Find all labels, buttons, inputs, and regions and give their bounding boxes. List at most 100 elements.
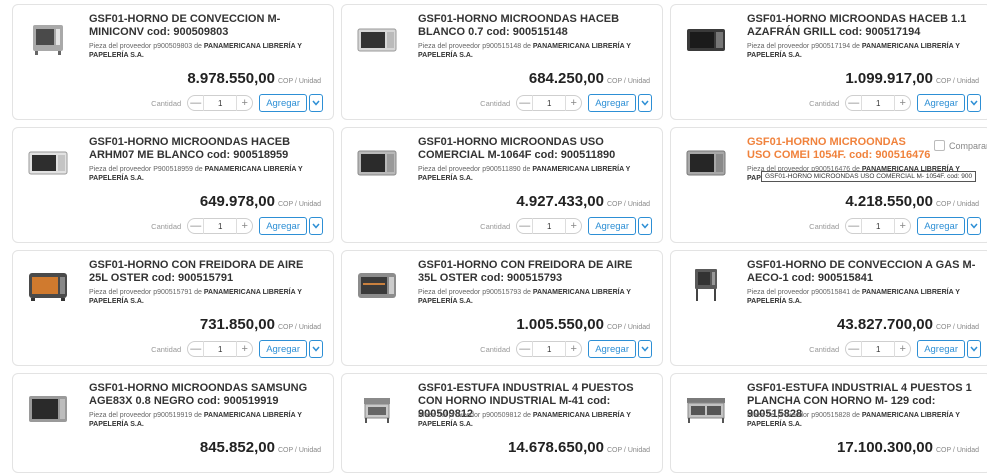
quantity-row: Cantidad — 1 + Agregar [480,93,652,113]
minus-icon[interactable]: — [846,95,863,111]
price: 4.927.433,00 [516,193,604,210]
minus-icon[interactable]: — [846,218,863,234]
quantity-stepper[interactable]: — 1 + [187,218,254,234]
product-title[interactable]: GSF01-HORNO MICROONDAS HACEB ARHM07 ME B… [89,136,323,162]
chevron-down-icon[interactable] [638,340,652,358]
quantity-stepper[interactable]: — 1 + [187,341,254,357]
chevron-down-icon[interactable] [309,340,323,358]
add-button[interactable]: Agregar [259,340,307,358]
industrial-stove-icon [364,398,390,423]
add-button[interactable]: Agregar [917,340,965,358]
quantity-label: Cantidad [480,221,511,231]
price-row: 43.827.700,00 COP / Unidad [837,316,979,333]
price-row: 1.099.917,00 COP / Unidad [845,70,979,87]
quantity-stepper[interactable]: — 1 + [516,95,583,111]
chevron-down-icon[interactable] [967,340,981,358]
plus-icon[interactable]: + [236,341,252,357]
minus-icon[interactable]: — [517,95,534,111]
chevron-down-icon[interactable] [309,217,323,235]
product-title[interactable]: GSF01-HORNO MICROONDAS HACEB 1.1 AZAFRÁN… [747,13,981,39]
supplier-info: Pieza del proveedor p900509803 de PANAME… [89,43,302,59]
product-card[interactable]: GSF01-HORNO DE CONVECCION M-MINICONV cod… [12,4,334,120]
add-button[interactable]: Agregar [917,217,965,235]
quantity-value[interactable]: 1 [547,222,551,231]
minus-icon[interactable]: — [846,341,863,357]
product-card[interactable]: GSF01-HORNO CON FREIDORA DE AIRE 35L OST… [341,250,663,366]
product-title[interactable]: GSF01-HORNO MICROONDAS HACEB BLANCO 0.7 … [418,13,652,39]
product-title[interactable]: GSF01-HORNO MICROONDAS USO COMEI 1054F. … [747,136,931,162]
quantity-stepper[interactable]: — 1 + [516,341,583,357]
quantity-stepper[interactable]: — 1 + [845,95,912,111]
air-fryer-oven-icon [358,273,396,298]
product-title[interactable]: GSF01-HORNO DE CONVECCION A GAS M- AECO-… [747,259,981,285]
add-button[interactable]: Agregar [588,217,636,235]
checkbox-icon[interactable] [933,140,945,151]
product-card[interactable]: GSF01-ESTUFA INDUSTRIAL 4 PUESTOS 1 PLAN… [670,373,987,473]
chevron-down-icon[interactable] [967,217,981,235]
add-button[interactable]: Agregar [588,94,636,112]
plus-icon[interactable]: + [236,218,252,234]
gas-convection-oven-icon [695,269,717,301]
plus-icon[interactable]: + [236,95,252,111]
minus-icon[interactable]: — [188,218,205,234]
add-button[interactable]: Agregar [917,94,965,112]
minus-icon[interactable]: — [517,218,534,234]
product-card[interactable]: GSF01-ESTUFA INDUSTRIAL 4 PUESTOS CON HO… [341,373,663,473]
price-row: 17.100.300,00 COP / Unidad [837,439,979,456]
quantity-label: Cantidad [151,98,182,108]
quantity-row: Cantidad — 1 + Agregar [809,93,981,113]
industrial-stove-icon [687,398,725,423]
product-title[interactable]: GSF01-HORNO CON FREIDORA DE AIRE 35L OST… [418,259,652,285]
product-card[interactable]: GSF01-HORNO MICROONDAS USO COMEI 1054F. … [670,127,987,243]
quantity-value[interactable]: 1 [547,345,551,354]
product-card[interactable]: GSF01-HORNO MICROONDAS HACEB BLANCO 0.7 … [341,4,663,120]
compare-checkbox[interactable]: Comparar [933,140,987,151]
quantity-stepper[interactable]: — 1 + [187,95,254,111]
price: 43.827.700,00 [837,316,933,333]
add-button[interactable]: Agregar [259,94,307,112]
product-card[interactable]: GSF01-HORNO MICROONDAS USO COMERCIAL M-1… [341,127,663,243]
quantity-value[interactable]: 1 [218,99,222,108]
product-card[interactable]: GSF01-HORNO DE CONVECCION A GAS M- AECO-… [670,250,987,366]
product-title[interactable]: GSF01-HORNO MICROONDAS SAMSUNG AGE83X 0.… [89,382,323,408]
product-title[interactable]: GSF01-HORNO MICROONDAS USO COMERCIAL M-1… [418,136,652,162]
quantity-stepper[interactable]: — 1 + [845,341,912,357]
quantity-label: Cantidad [480,344,511,354]
commercial-microwave-icon [686,150,726,176]
plus-icon[interactable]: + [565,95,581,111]
product-card[interactable]: GSF01-HORNO MICROONDAS SAMSUNG AGE83X 0.… [12,373,334,473]
quantity-label: Cantidad [480,98,511,108]
quantity-value[interactable]: 1 [218,345,222,354]
plus-icon[interactable]: + [894,341,910,357]
minus-icon[interactable]: — [188,341,205,357]
chevron-down-icon[interactable] [638,217,652,235]
quantity-stepper[interactable]: — 1 + [516,218,583,234]
quantity-row: Cantidad — 1 + Agregar [151,216,323,236]
price: 845.852,00 [199,439,275,456]
product-card[interactable]: GSF01-HORNO CON FREIDORA DE AIRE 25L OST… [12,250,334,366]
plus-icon[interactable]: + [894,218,910,234]
chevron-down-icon[interactable] [967,94,981,112]
quantity-value[interactable]: 1 [547,99,551,108]
chevron-down-icon[interactable] [638,94,652,112]
quantity-value[interactable]: 1 [876,222,880,231]
add-button[interactable]: Agregar [588,340,636,358]
quantity-value[interactable]: 1 [218,222,222,231]
product-card[interactable]: GSF01-HORNO MICROONDAS HACEB ARHM07 ME B… [12,127,334,243]
quantity-stepper[interactable]: — 1 + [845,218,912,234]
supplier-info: Pieza del proveedor P900518959 de PANAME… [89,166,303,182]
plus-icon[interactable]: + [565,218,581,234]
plus-icon[interactable]: + [894,95,910,111]
plus-icon[interactable]: + [565,341,581,357]
product-title[interactable]: GSF01-HORNO DE CONVECCION M-MINICONV cod… [89,13,323,39]
minus-icon[interactable]: — [517,341,534,357]
quantity-value[interactable]: 1 [876,99,880,108]
supplier-info: Pieza del proveedor p900511890 de PANAME… [418,166,631,182]
add-button[interactable]: Agregar [259,217,307,235]
title-tooltip: GSF01-HORNO MICROONDAS USO COMERCIAL M- … [761,171,977,182]
chevron-down-icon[interactable] [309,94,323,112]
product-card[interactable]: GSF01-HORNO MICROONDAS HACEB 1.1 AZAFRÁN… [670,4,987,120]
minus-icon[interactable]: — [188,95,205,111]
quantity-value[interactable]: 1 [876,345,880,354]
product-title[interactable]: GSF01-HORNO CON FREIDORA DE AIRE 25L OST… [89,259,323,285]
